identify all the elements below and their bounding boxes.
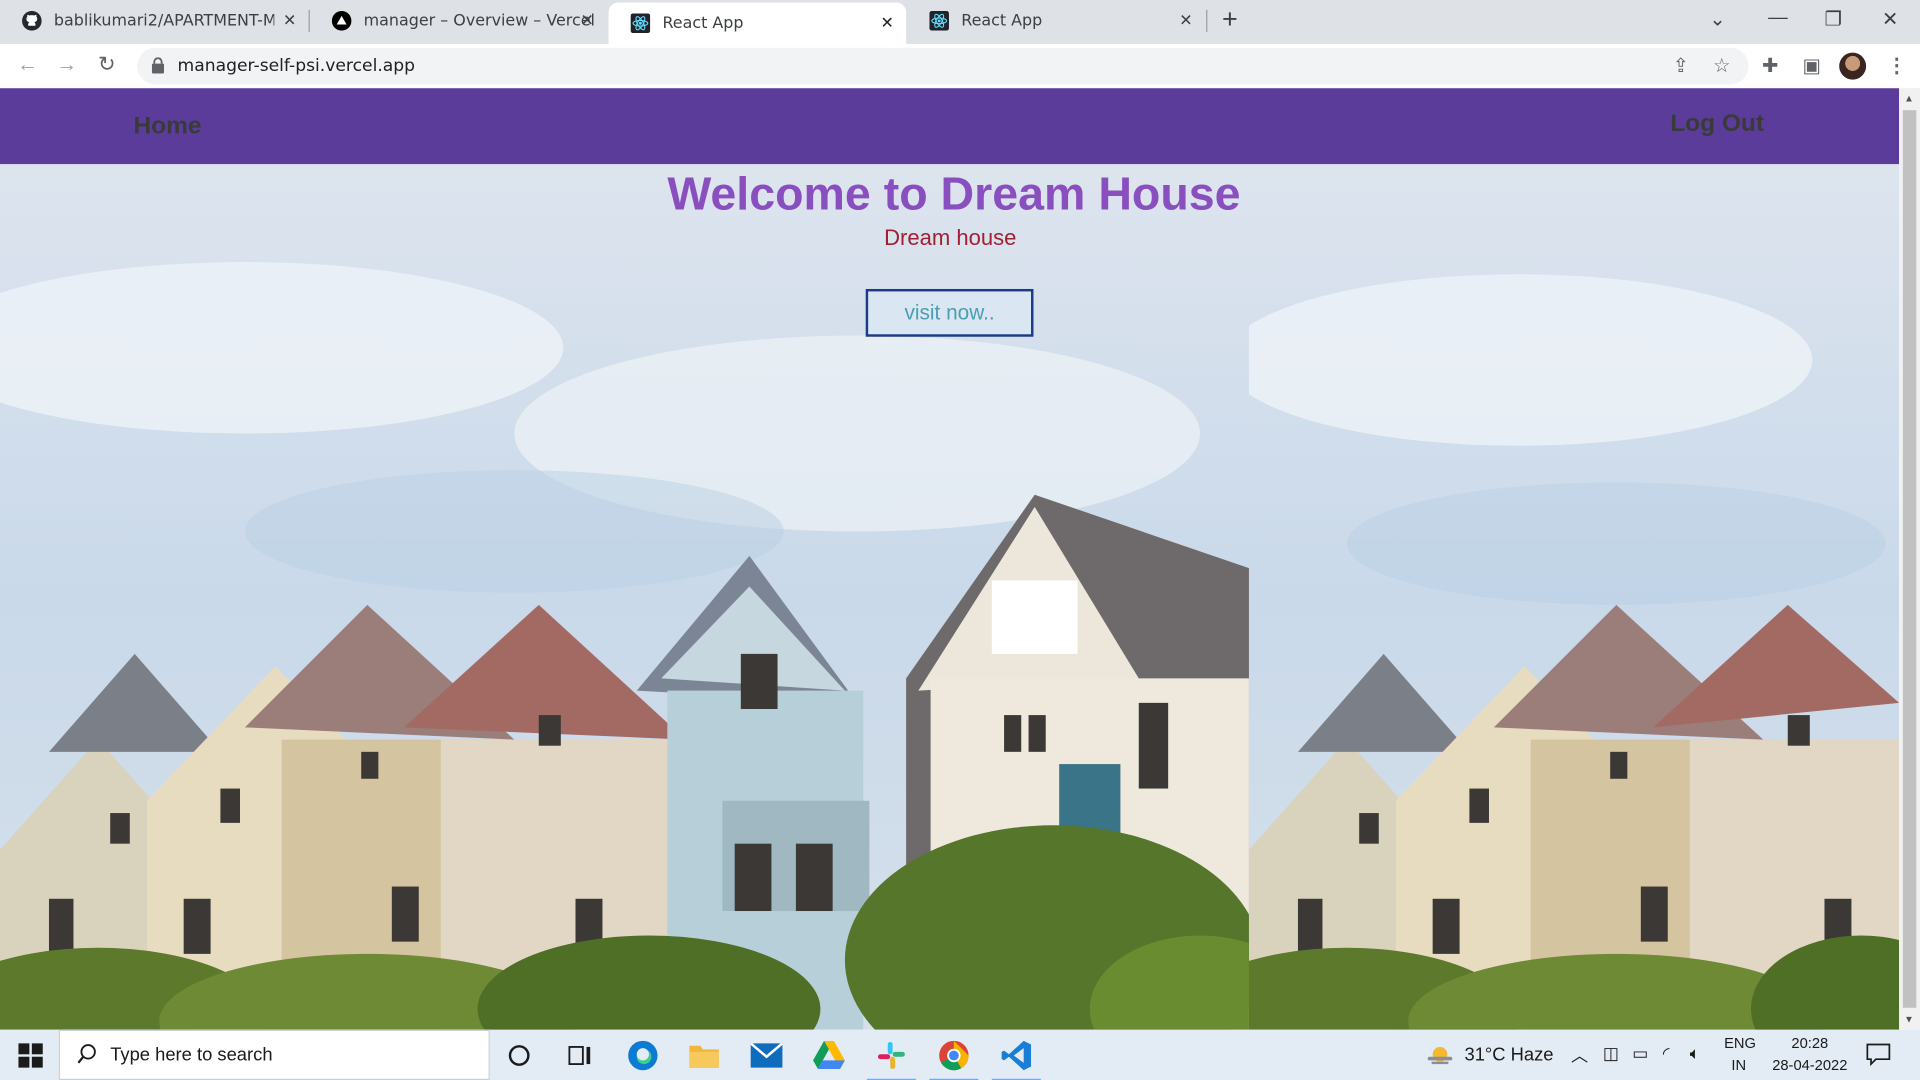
clock-time: 20:28 <box>1791 1034 1829 1052</box>
file-explorer-icon[interactable] <box>687 1038 721 1072</box>
browser-tabstrip: bablikumari2/APARTMENT-MAN ✕ manager – O… <box>0 0 1920 45</box>
new-tab-button[interactable]: + <box>1222 6 1238 33</box>
page-subtitle: Dream house <box>884 225 1017 250</box>
tab-search-chevron-icon[interactable]: ⌄ <box>1709 7 1725 31</box>
side-panel-icon[interactable]: ▣ <box>1802 54 1821 78</box>
task-view-icon[interactable] <box>563 1038 597 1072</box>
vercel-icon <box>331 11 352 31</box>
back-button[interactable]: ← <box>17 53 38 77</box>
tab-title: React App <box>662 14 744 33</box>
battery-icon[interactable]: ▭ <box>1632 1043 1648 1064</box>
meet-now-icon[interactable]: ◫ <box>1603 1043 1619 1064</box>
cortana-icon[interactable] <box>502 1038 536 1072</box>
windows-start-icon[interactable] <box>13 1038 47 1072</box>
region-code: IN <box>1731 1056 1747 1074</box>
bookmark-star-icon[interactable]: ☆ <box>1713 54 1731 78</box>
page-viewport: Home Log Out Welcome to Dream House Drea… <box>0 88 1900 1030</box>
react-icon <box>929 11 949 31</box>
weather-text[interactable]: 31°C Haze <box>1464 1044 1553 1065</box>
tab-github[interactable]: bablikumari2/APARTMENT-MAN ✕ <box>0 0 309 42</box>
clock[interactable]: 20:28 28-04-2022 <box>1769 1035 1850 1074</box>
scroll-down-icon[interactable]: ▼ <box>1904 1014 1914 1025</box>
browser-toolbar: ← → ↻ manager-self-psi.vercel.app ⇪ ☆ ✚ … <box>0 44 1920 89</box>
tab-react-app[interactable]: React App ✕ <box>907 0 1205 42</box>
tab-title: bablikumari2/APARTMENT-MAN <box>53 11 274 31</box>
edge-icon[interactable] <box>626 1038 660 1072</box>
site-navbar: Home Log Out <box>0 88 1900 165</box>
input-language[interactable]: ENG IN <box>1724 1035 1756 1074</box>
close-tab-icon[interactable]: ✕ <box>581 12 594 30</box>
tab-react-app-active[interactable]: React App ✕ <box>608 2 907 45</box>
logout-link[interactable]: Log Out <box>1670 110 1764 138</box>
tab-title: manager – Overview – Vercel <box>363 11 595 31</box>
hero-background-image <box>0 164 1249 1030</box>
taskbar-search-box[interactable]: Type here to search <box>58 1029 490 1080</box>
scrollbar-thumb[interactable] <box>1902 110 1917 1008</box>
tab-vercel[interactable]: manager – Overview – Vercel ✕ <box>310 0 606 42</box>
language-code: ENG <box>1724 1034 1756 1052</box>
google-drive-icon[interactable] <box>812 1038 846 1072</box>
nav-home-link[interactable]: Home <box>133 113 201 141</box>
wifi-icon[interactable]: ◜ <box>1663 1043 1670 1064</box>
visit-now-button[interactable]: visit now.. <box>865 288 1034 337</box>
clock-date: 28-04-2022 <box>1772 1056 1848 1074</box>
close-tab-icon[interactable]: ✕ <box>283 12 296 30</box>
url-text: manager-self-psi.vercel.app <box>177 56 416 76</box>
restore-button[interactable]: ❐ <box>1824 7 1842 31</box>
hero-background-image-repeat <box>1248 164 1900 1030</box>
vscode-icon[interactable] <box>991 1038 1041 1080</box>
weather-icon[interactable] <box>1425 1042 1454 1070</box>
close-window-button[interactable]: ✕ <box>1882 7 1898 31</box>
windows-taskbar: Type here to search 31°C Haze ︿ ◫ ▭ ◜ 🔈︎… <box>0 1029 1920 1080</box>
page-scrollbar[interactable]: ▲ ▼ <box>1899 88 1920 1030</box>
search-icon <box>77 1044 96 1064</box>
forward-button[interactable]: → <box>56 53 77 77</box>
reload-button[interactable]: ↻ <box>98 53 115 77</box>
share-icon[interactable]: ⇪ <box>1673 54 1689 78</box>
minimize-button[interactable]: — <box>1768 7 1788 29</box>
slack-icon[interactable] <box>866 1038 916 1080</box>
extensions-icon[interactable]: ✚ <box>1762 54 1778 78</box>
react-icon <box>630 13 651 34</box>
chrome-icon[interactable] <box>929 1038 979 1080</box>
notifications-icon[interactable] <box>1866 1042 1891 1070</box>
close-tab-icon[interactable]: ✕ <box>1179 12 1192 30</box>
address-bar[interactable]: manager-self-psi.vercel.app <box>137 47 1749 85</box>
show-hidden-icons-chevron-icon[interactable]: ︿ <box>1571 1043 1588 1067</box>
profile-avatar[interactable] <box>1839 52 1867 80</box>
mail-icon[interactable] <box>749 1038 783 1072</box>
tab-title: React App <box>961 11 1043 31</box>
menu-kebab-icon[interactable]: ⋮ <box>1887 54 1907 78</box>
search-placeholder: Type here to search <box>110 1044 273 1066</box>
scroll-up-icon[interactable]: ▲ <box>1904 93 1914 104</box>
close-tab-icon[interactable]: ✕ <box>881 15 894 33</box>
lock-icon <box>151 57 165 74</box>
page-title: Welcome to Dream House <box>667 168 1241 221</box>
volume-icon[interactable]: 🔈︎ <box>1690 1043 1700 1064</box>
tab-divider <box>1206 9 1208 32</box>
github-icon <box>22 11 42 31</box>
